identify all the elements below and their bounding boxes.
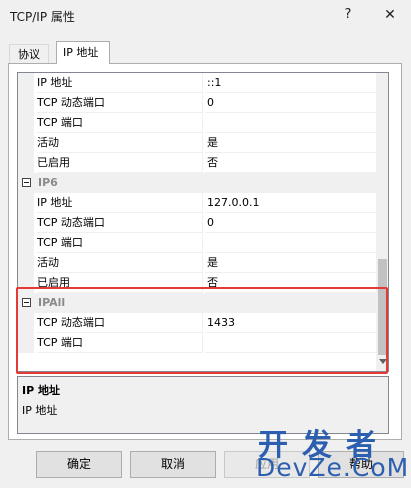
property-name: TCP 端口 bbox=[37, 333, 203, 353]
tab-protocol[interactable]: 协议 bbox=[9, 44, 49, 64]
property-value[interactable] bbox=[205, 233, 376, 253]
property-name: IP 地址 bbox=[37, 73, 203, 93]
row-gutter bbox=[18, 193, 34, 213]
property-name: TCP 端口 bbox=[37, 233, 203, 253]
category-row-ip6[interactable]: IP6 bbox=[18, 173, 376, 193]
row-gutter bbox=[18, 273, 34, 293]
property-row[interactable]: TCP 端口 bbox=[18, 233, 376, 253]
property-value[interactable]: 是 bbox=[205, 253, 376, 273]
property-value[interactable]: 是 bbox=[205, 133, 376, 153]
property-grid: IP 地址::1 TCP 动态端口 0 TCP 端口 活动是已启用否 IP6 IP 地址 12… bbox=[17, 72, 389, 372]
property-name: TCP 动态端口 bbox=[37, 93, 203, 113]
close-icon[interactable]: ✕ bbox=[378, 4, 402, 26]
property-name: TCP 端口 bbox=[37, 113, 203, 133]
property-row[interactable]: TCP 端口 bbox=[18, 333, 376, 353]
property-name: 已启用 bbox=[37, 153, 203, 173]
tab-ip-address[interactable]: IP 地址 bbox=[56, 41, 110, 64]
property-value[interactable]: 否 bbox=[205, 273, 376, 293]
description-title: IP 地址 bbox=[22, 384, 60, 397]
category-row-ipall[interactable]: IPAll bbox=[18, 293, 376, 313]
row-gutter bbox=[18, 133, 34, 153]
category-label: IPAll bbox=[38, 296, 66, 309]
property-row[interactable]: 活动是 bbox=[18, 253, 376, 273]
property-value[interactable] bbox=[205, 113, 376, 133]
row-gutter bbox=[18, 73, 34, 93]
vertical-scrollbar[interactable] bbox=[376, 73, 388, 371]
scrollbar-thumb[interactable] bbox=[378, 259, 387, 355]
scroll-down-icon[interactable] bbox=[379, 359, 387, 364]
row-gutter bbox=[18, 113, 34, 133]
property-row[interactable]: TCP 动态端口 1433 bbox=[18, 313, 376, 333]
property-name: 已启用 bbox=[37, 273, 203, 293]
property-row[interactable]: 已启用否 bbox=[18, 273, 376, 293]
property-name: IP 地址 bbox=[37, 193, 203, 213]
row-gutter bbox=[18, 93, 34, 113]
property-name: TCP 动态端口 bbox=[37, 313, 203, 333]
row-gutter bbox=[18, 153, 34, 173]
property-row[interactable]: 已启用否 bbox=[18, 153, 376, 173]
apply-button[interactable]: 应用 bbox=[224, 451, 310, 478]
ok-button[interactable]: 确定 bbox=[36, 451, 122, 478]
row-gutter bbox=[18, 233, 34, 253]
property-name: TCP 动态端口 bbox=[37, 213, 203, 233]
property-row[interactable]: TCP 动态端口 0 bbox=[18, 93, 376, 113]
row-gutter bbox=[18, 333, 34, 353]
property-row[interactable]: IP 地址::1 bbox=[18, 73, 376, 93]
property-value[interactable]: 127.0.0.1 bbox=[205, 193, 376, 213]
help-icon[interactable]: ? bbox=[336, 4, 360, 26]
property-grid-rows: IP 地址::1 TCP 动态端口 0 TCP 端口 活动是已启用否 IP6 IP 地址 12… bbox=[18, 73, 376, 371]
property-value[interactable] bbox=[205, 333, 376, 353]
category-label: IP6 bbox=[38, 176, 58, 189]
row-gutter bbox=[18, 253, 34, 273]
property-row[interactable]: TCP 端口 bbox=[18, 113, 376, 133]
description-text: IP 地址 bbox=[22, 404, 58, 417]
property-name: 活动 bbox=[37, 133, 203, 153]
collapse-icon[interactable] bbox=[22, 178, 31, 187]
row-gutter bbox=[18, 313, 34, 333]
help-button[interactable]: 帮助 bbox=[318, 451, 404, 478]
property-value[interactable]: 否 bbox=[205, 153, 376, 173]
property-value[interactable]: 0 bbox=[205, 213, 376, 233]
property-row[interactable]: 活动是 bbox=[18, 133, 376, 153]
cancel-button[interactable]: 取消 bbox=[130, 451, 216, 478]
property-row[interactable]: TCP 动态端口 0 bbox=[18, 213, 376, 233]
window-title: TCP/IP 属性 bbox=[10, 10, 75, 24]
property-row[interactable]: IP 地址 127.0.0.1 bbox=[18, 193, 376, 213]
property-value[interactable]: ::1 bbox=[205, 73, 376, 93]
collapse-icon[interactable] bbox=[22, 298, 31, 307]
description-panel: IP 地址 IP 地址 bbox=[17, 376, 389, 434]
property-name: 活动 bbox=[37, 253, 203, 273]
property-value[interactable]: 0 bbox=[205, 93, 376, 113]
property-value[interactable]: 1433 bbox=[205, 313, 376, 333]
row-gutter bbox=[18, 213, 34, 233]
